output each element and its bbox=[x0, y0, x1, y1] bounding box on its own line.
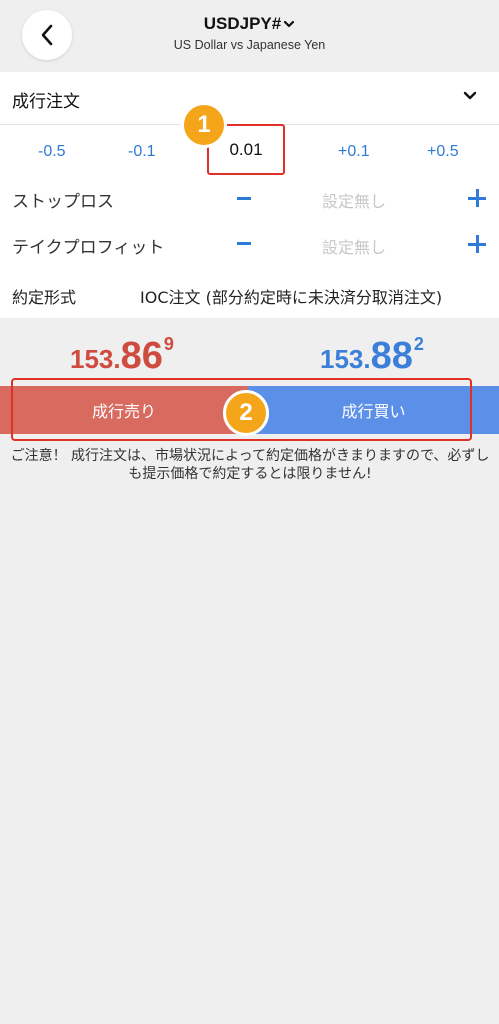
bid-price-fraction: 9 bbox=[163, 334, 174, 354]
volume-minus-0.5-button[interactable]: -0.5 bbox=[38, 143, 66, 161]
market-buy-label: 成行買い bbox=[341, 402, 406, 421]
stop-loss-plus-button[interactable] bbox=[468, 189, 486, 207]
symbol-subtitle: US Dollar vs Japanese Yen bbox=[173, 38, 326, 52]
ask-price-pips: 88 bbox=[370, 335, 413, 377]
take-profit-plus-button[interactable] bbox=[468, 235, 486, 253]
ask-price-prefix: 153. bbox=[320, 344, 371, 374]
stop-loss-label: ストップロス bbox=[12, 192, 114, 212]
fill-policy-value[interactable]: IOC注文 (部分約定時に未決済分取消注文) bbox=[140, 284, 442, 308]
market-order-notice: ご注意！ 成行注文は、市場状況によって約定価格がきまりますので、必ずしも提示価格… bbox=[10, 448, 490, 482]
step-badge-1: 1 bbox=[181, 102, 227, 148]
ask-price: 153.882 bbox=[320, 334, 424, 378]
stop-loss-minus-button[interactable] bbox=[237, 197, 251, 200]
take-profit-minus-button[interactable] bbox=[237, 242, 251, 245]
order-type-select[interactable]: 成行注文 bbox=[0, 72, 499, 125]
bid-price: 153.869 bbox=[70, 334, 174, 378]
volume-plus-0.5-button[interactable]: +0.5 bbox=[427, 143, 459, 161]
volume-minus-0.1-button[interactable]: -0.1 bbox=[128, 143, 156, 161]
bid-price-prefix: 153. bbox=[70, 344, 121, 374]
symbol-title: USDJPY# bbox=[203, 14, 282, 33]
ask-price-fraction: 2 bbox=[413, 334, 424, 354]
take-profit-label: テイクプロフィット bbox=[12, 238, 165, 258]
order-type-label: 成行注文 bbox=[12, 92, 80, 112]
market-sell-button[interactable]: 成行売り bbox=[0, 386, 248, 434]
volume-plus-0.1-button[interactable]: +0.1 bbox=[338, 143, 370, 161]
step-badge-2: 2 bbox=[223, 390, 269, 436]
stop-loss-value[interactable]: 設定無し bbox=[322, 188, 386, 212]
header: USDJPY# US Dollar vs Japanese Yen bbox=[0, 0, 499, 72]
symbol-selector[interactable]: USDJPY# bbox=[204, 14, 295, 34]
market-buy-button[interactable]: 成行買い bbox=[248, 386, 499, 434]
symbol-header: USDJPY# US Dollar vs Japanese Yen bbox=[0, 14, 499, 52]
bid-price-pips: 86 bbox=[120, 335, 163, 377]
chevron-down-icon bbox=[284, 20, 295, 28]
market-sell-label: 成行売り bbox=[91, 402, 156, 421]
chevron-down-icon bbox=[463, 91, 477, 100]
take-profit-value[interactable]: 設定無し bbox=[322, 234, 386, 258]
fill-policy-label: 約定形式 bbox=[12, 288, 77, 307]
